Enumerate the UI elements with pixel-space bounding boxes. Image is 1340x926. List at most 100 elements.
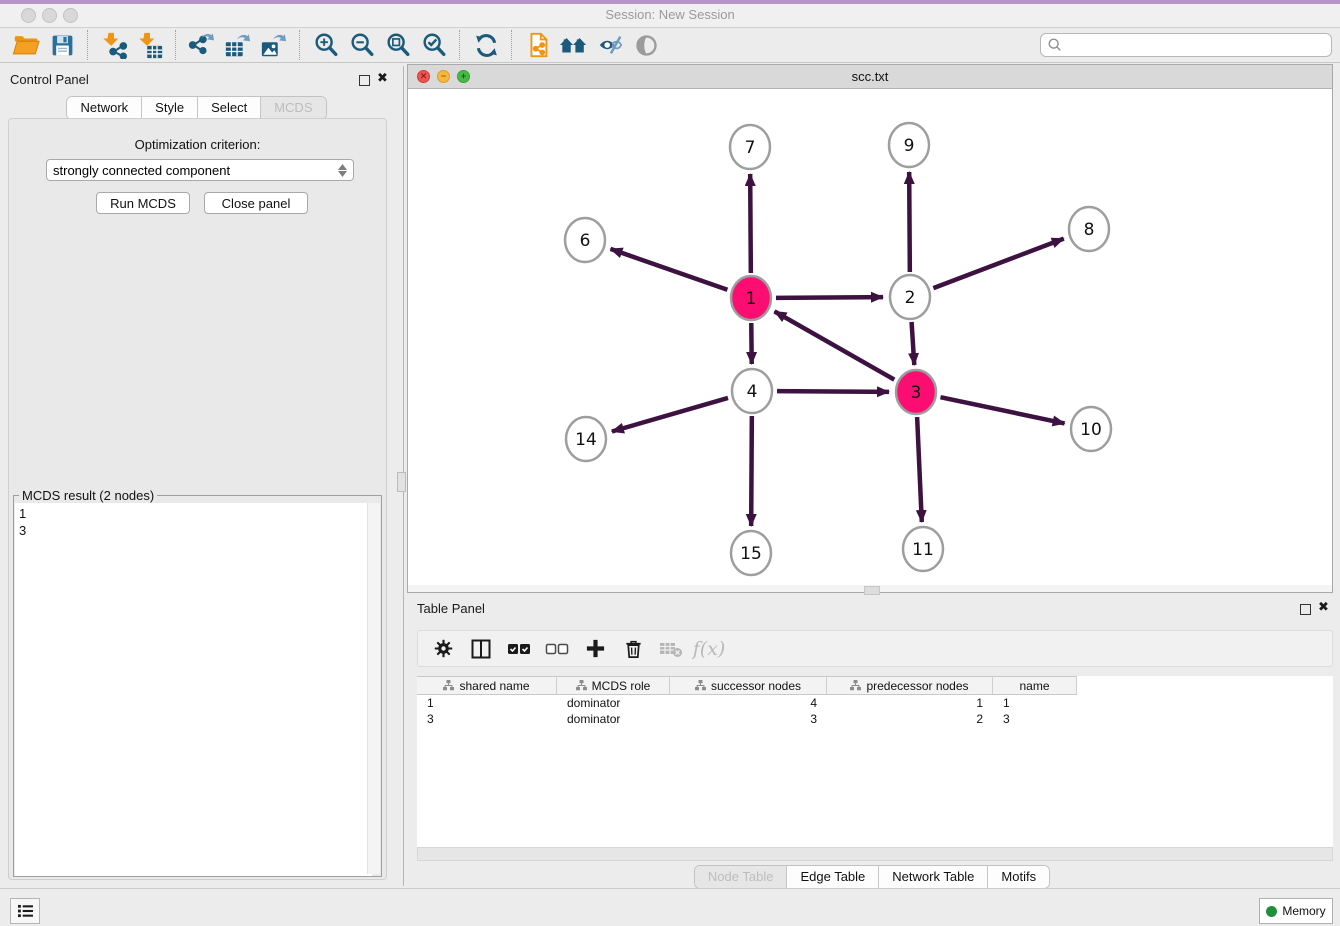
tab-style[interactable]: Style [142,97,198,119]
edge-1-2[interactable] [776,297,883,298]
refresh-button[interactable] [468,29,504,61]
task-history-button[interactable] [10,898,40,924]
zoom-fit-button[interactable] [380,29,416,61]
window-zoom-button[interactable] [63,8,78,23]
tab-edge-table[interactable]: Edge Table [787,866,879,888]
vertical-splitter-grip[interactable] [397,472,406,492]
graph-node-11[interactable]: 11 [903,527,943,571]
tab-node-table[interactable]: Node Table [695,866,788,888]
split-columns-button[interactable] [464,634,498,664]
memory-button[interactable]: Memory [1259,898,1333,924]
close-table-panel-icon[interactable]: ✖ [1318,599,1329,615]
plus-icon [585,638,606,659]
network-maximize-button[interactable]: + [457,70,470,83]
tab-network[interactable]: Network [67,97,142,119]
mcds-result-text[interactable]: 1 3 [15,503,372,876]
network-graph[interactable]: 7 9 6 8 1 2 4 3 14 10 15 11 [408,89,1332,585]
function-builder-button: f(x) [692,634,726,664]
column-header-shared-name[interactable]: shared name [417,676,557,695]
zoom-selected-button[interactable] [416,29,452,61]
export-image-button[interactable] [256,29,292,61]
graph-node-8[interactable]: 8 [1069,207,1109,251]
graph-node-14[interactable]: 14 [566,417,606,461]
export-network-icon [188,31,216,59]
export-table-button[interactable] [220,29,256,61]
delete-column-button[interactable] [616,634,650,664]
edge-4-3[interactable] [777,391,889,392]
network-window-titlebar[interactable]: ✕ − + scc.txt [408,65,1332,89]
table-horizontal-scrollbar[interactable] [417,847,1333,861]
node-label: 9 [904,136,915,156]
graph-node-6[interactable]: 6 [565,218,605,262]
graph-node-10[interactable]: 10 [1071,407,1111,451]
graph-node-7[interactable]: 7 [730,125,770,169]
graph-node-9[interactable]: 9 [889,123,929,167]
tab-mcds[interactable]: MCDS [261,97,325,119]
edge-3-1[interactable] [774,311,894,379]
edge-2-8[interactable] [933,239,1063,289]
zoom-out-button[interactable] [344,29,380,61]
search-field[interactable] [1040,33,1332,57]
table-settings-button[interactable] [426,634,460,664]
edge-3-11[interactable] [917,417,922,522]
open-session-button[interactable] [8,29,44,61]
network-close-button[interactable]: ✕ [417,70,430,83]
home-icon [559,31,589,59]
apply-style-button[interactable] [592,29,628,61]
unselect-all-columns-button[interactable] [540,634,574,664]
run-mcds-button[interactable]: Run MCDS [96,192,190,214]
window-minimize-button[interactable] [42,8,57,23]
horizontal-splitter-grip[interactable] [864,586,880,595]
float-panel-icon[interactable] [359,73,370,91]
table-row[interactable]: 1dominator411 [417,695,1077,711]
criterion-value: strongly connected component [53,163,230,178]
edge-3-10[interactable] [940,397,1064,423]
column-header-predecessor-nodes[interactable]: predecessor nodes [827,676,993,695]
duplicate-network-button[interactable] [520,29,556,61]
graph-node-1[interactable]: 1 [731,276,771,320]
window-close-button[interactable] [21,8,36,23]
import-table-button[interactable] [132,29,168,61]
dropdown-stepper-icon [338,164,347,177]
search-input[interactable] [1063,35,1331,55]
delete-table-button [654,634,688,664]
graph-node-2[interactable]: 2 [890,275,930,319]
add-column-button[interactable] [578,634,612,664]
import-network-button[interactable] [96,29,132,61]
export-network-button[interactable] [184,29,220,61]
close-panel-button[interactable]: Close panel [204,192,308,214]
result-scrollbar[interactable] [367,503,380,874]
column-header-name[interactable]: name [993,676,1077,695]
tab-motifs[interactable]: Motifs [988,866,1049,888]
edge-2-9[interactable] [909,172,910,272]
tab-select[interactable]: Select [198,97,261,119]
node-label: 14 [575,430,597,450]
edge-1-6[interactable] [610,249,727,290]
home-button[interactable] [556,29,592,61]
network-view-window: ✕ − + scc.txt 7 9 6 8 1 2 4 3 14 10 15 11 [407,64,1333,593]
save-session-button[interactable] [44,29,80,61]
edge-4-14[interactable] [612,398,728,432]
mcds-result-groupbox: MCDS result (2 nodes) 1 3 [13,495,382,877]
import-table-icon [136,31,164,59]
zoom-in-button[interactable] [308,29,344,61]
network-canvas[interactable]: 7 9 6 8 1 2 4 3 14 10 15 11 [408,89,1332,585]
column-header-MCDS-role[interactable]: MCDS role [557,676,670,695]
export-image-icon [260,31,288,59]
graph-node-3[interactable]: 3 [896,370,936,414]
table-row[interactable]: 3dominator323 [417,711,1077,727]
select-all-columns-button[interactable] [502,634,536,664]
network-minimize-button[interactable]: − [437,70,450,83]
graph-node-15[interactable]: 15 [731,531,771,575]
float-table-panel-icon[interactable] [1300,602,1311,620]
edge-2-3[interactable] [912,322,915,365]
criterion-dropdown[interactable]: strongly connected component [46,159,354,181]
tree-icon [850,680,861,691]
birdseye-view-button[interactable] [628,29,664,61]
tab-network-table[interactable]: Network Table [879,866,988,888]
graph-node-4[interactable]: 4 [732,369,772,413]
column-header-successor-nodes[interactable]: successor nodes [670,676,827,695]
close-panel-icon[interactable]: ✖ [377,70,388,86]
edge-4-15[interactable] [751,416,752,526]
edge-1-7[interactable] [750,174,751,273]
